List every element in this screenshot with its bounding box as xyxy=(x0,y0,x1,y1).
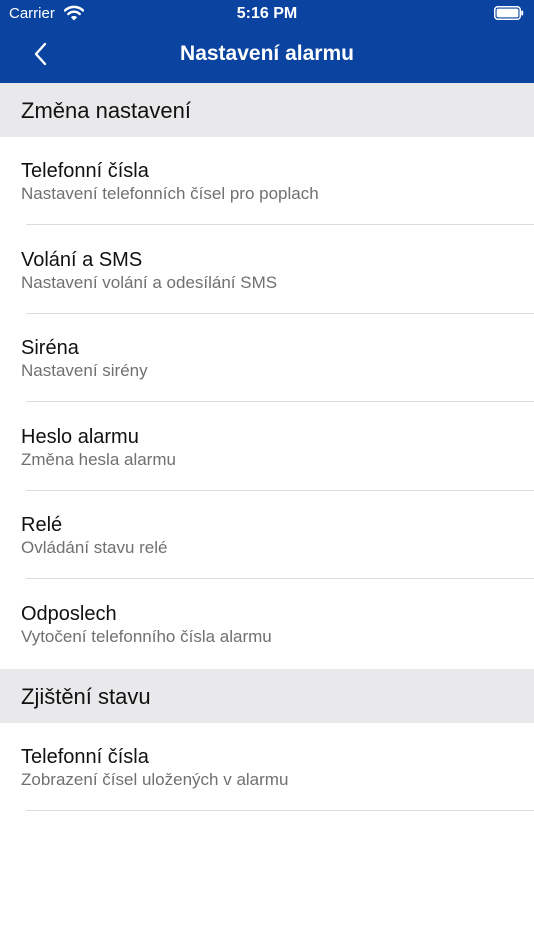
section-header-status: Zjištění stavu xyxy=(0,669,534,723)
row-divider xyxy=(26,401,534,402)
battery-icon xyxy=(494,6,524,20)
list-item-title: Odposlech xyxy=(21,603,117,625)
list-item-subtitle: Zobrazení čísel uložených v alarmu xyxy=(21,770,289,789)
list-item-eavesdrop[interactable]: Odposlech Vytočení telefonního čísla ala… xyxy=(0,580,534,668)
section-header-label: Zjištění stavu xyxy=(21,684,151,709)
list-item-title: Relé xyxy=(21,514,63,536)
list-item-title: Siréna xyxy=(21,337,79,359)
section-header-settings: Změna nastavení xyxy=(0,83,534,137)
list-item-phone-numbers[interactable]: Telefonní čísla Nastavení telefonních čí… xyxy=(0,137,534,225)
page-title: Nastavení alarmu xyxy=(180,42,354,65)
list-item-subtitle: Změna hesla alarmu xyxy=(21,450,176,469)
top-bar: Carrier 5:16 PM Nastavení alarmu xyxy=(0,0,534,83)
list-item-subtitle: Nastavení volání a odesílání SMS xyxy=(21,273,278,292)
list-item-calls-sms[interactable]: Volání a SMS Nastavení volání a odesílán… xyxy=(0,226,534,314)
list-item-subtitle: Nastavení sirény xyxy=(21,361,148,380)
list-item-subtitle: Ovládání stavu relé xyxy=(21,538,168,557)
list-item-subtitle: Vytočení telefonního čísla alarmu xyxy=(21,627,272,646)
row-divider xyxy=(26,810,534,811)
section-header-label: Změna nastavení xyxy=(21,98,191,123)
list-item-phone-numbers-status[interactable]: Telefonní čísla Zobrazení čísel uloženýc… xyxy=(0,723,534,811)
navigation-bar: Nastavení alarmu xyxy=(0,30,534,83)
list-item-title: Telefonní čísla xyxy=(21,160,149,182)
list-item-alarm-password[interactable]: Heslo alarmu Změna hesla alarmu xyxy=(0,403,534,491)
list-item-title: Heslo alarmu xyxy=(21,426,139,448)
status-bar: Carrier 5:16 PM xyxy=(0,0,534,30)
clock: 5:16 PM xyxy=(236,5,298,22)
list-item-siren[interactable]: Siréna Nastavení sirény xyxy=(0,314,534,402)
list-item-subtitle: Nastavení telefonních čísel pro poplach xyxy=(21,184,319,203)
list-item-title: Telefonní čísla xyxy=(21,746,149,768)
list-item-relay[interactable]: Relé Ovládání stavu relé xyxy=(0,491,534,579)
row-divider xyxy=(26,224,534,225)
row-divider xyxy=(26,578,534,579)
list-item-title: Volání a SMS xyxy=(21,249,143,271)
